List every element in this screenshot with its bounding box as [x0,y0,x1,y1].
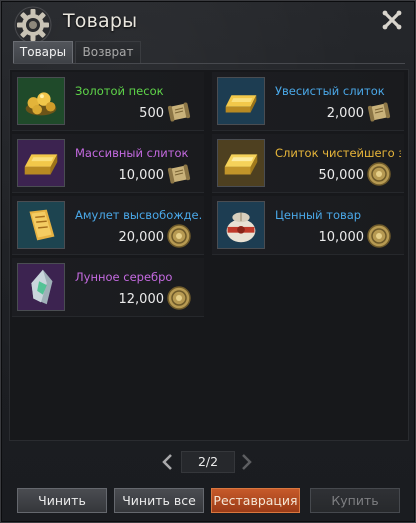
goods-list: Золотой песок 500 Увесистый слиток 2,000 [9,69,409,441]
heavy-ingot-icon [217,77,265,125]
item-price: 10,000 [118,168,165,183]
shop-window: Товары Товары Возврат Золотой песок 500 … [0,0,416,523]
page-indicator: 2/2 [181,451,235,473]
item-slot-pure-gold-ingot[interactable]: Слиток чистейшего з... 50,000 [212,134,404,193]
moon-silver-icon [17,263,65,311]
scroll-icon [167,164,191,184]
gear-icon [14,6,52,44]
scroll-icon [167,102,191,122]
amulet-icon [17,201,65,249]
item-price: 20,000 [118,230,165,245]
scroll-icon [367,102,391,122]
close-icon[interactable] [381,9,403,31]
pagination: 2/2 [159,451,255,473]
gold-sand-icon [17,77,65,125]
tab-divider [13,63,405,64]
valuable-goods-icon [217,201,265,249]
item-name: Амулет высвобожде... [75,208,201,222]
repair-button[interactable]: Чинить [17,488,107,513]
item-price: 10,000 [318,230,365,245]
restore-button[interactable]: Реставрация [211,488,300,513]
tab-goods[interactable]: Товары [13,41,73,64]
item-slot-moon-silver[interactable]: Лунное серебро 12,000 [12,258,204,317]
item-slot-amulet[interactable]: Амулет высвобожде... 20,000 [12,196,204,255]
item-name: Слиток чистейшего з... [275,146,401,160]
buy-button[interactable]: Купить [310,488,400,513]
coin-icon [167,286,191,310]
repair-all-button[interactable]: Чинить все [114,488,204,513]
item-price: 50,000 [318,168,365,183]
item-slot-massive-ingot[interactable]: Массивный слиток 10,000 [12,134,204,193]
item-name: Увесистый слиток [275,84,385,98]
item-name: Ценный товар [275,208,362,222]
chevron-right-icon[interactable] [239,453,253,471]
coin-icon [367,162,391,186]
item-price: 500 [139,106,164,121]
tab-buyback[interactable]: Возврат [75,41,141,64]
massive-ingot-icon [17,139,65,187]
coin-icon [367,224,391,248]
pure-gold-ingot-icon [217,139,265,187]
item-price: 12,000 [118,292,165,307]
window-title: Товары [63,10,138,32]
item-name: Золотой песок [75,84,164,98]
coin-icon [167,224,191,248]
titlebar: Товары [1,1,415,44]
item-name: Лунное серебро [75,270,173,284]
item-price: 2,000 [326,106,364,121]
item-slot-gold-sand[interactable]: Золотой песок 500 [12,72,204,131]
item-slot-heavy-ingot[interactable]: Увесистый слиток 2,000 [212,72,404,131]
item-slot-valuable-goods[interactable]: Ценный товар 10,000 [212,196,404,255]
chevron-left-icon[interactable] [161,453,175,471]
item-name: Массивный слиток [75,146,189,160]
